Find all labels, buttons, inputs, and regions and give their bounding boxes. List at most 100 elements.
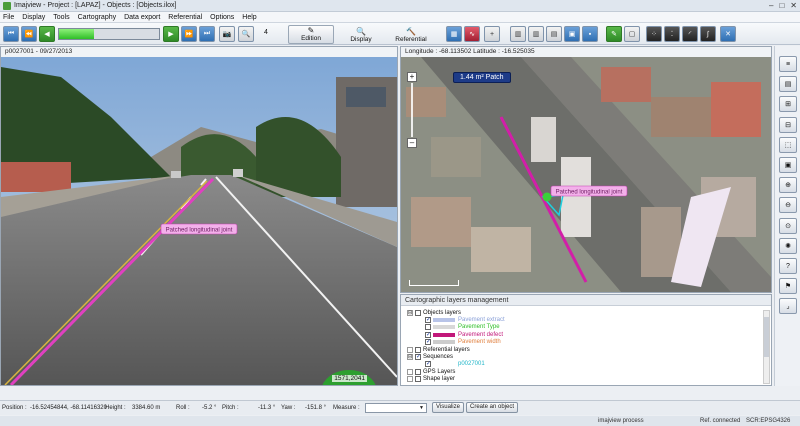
polygon-icon: ▢ — [628, 31, 636, 38]
edition-mode-button[interactable]: ✎ Edition — [288, 25, 334, 44]
step-backward-button[interactable]: ◀ — [39, 26, 55, 42]
add-button[interactable]: + — [484, 26, 500, 42]
car — [171, 171, 181, 178]
view-split-3-button[interactable]: ▤ — [546, 26, 562, 42]
draw-line-button[interactable]: ✎ — [606, 26, 622, 42]
road-split-tool-button[interactable]: ⊟ — [779, 116, 797, 133]
expand-toggle-icon[interactable] — [407, 376, 413, 383]
select-icon: ⬚ — [784, 141, 792, 149]
scroll-thumb[interactable] — [764, 317, 769, 357]
measure-select[interactable]: ▼ — [365, 403, 427, 413]
height-value: 3384.60 m — [132, 405, 161, 411]
right-toolbar: ≡ ▤ ⊞ ⊟ ⬚ ▣ ⊕ ⊖ ⊙ ✺? ⚑ ⌟ — [774, 46, 800, 386]
minimize-button[interactable]: – — [769, 1, 773, 10]
yaw-label: Yaw : — [281, 405, 296, 411]
chevron-down-icon: ▼ — [419, 405, 424, 411]
menu-display[interactable]: Display — [22, 14, 45, 21]
snapshot-button[interactable]: 📷 — [219, 26, 235, 42]
help-icon: ? — [786, 262, 790, 270]
lane-icon: ≡ — [785, 60, 791, 68]
display-mode-button[interactable]: 🔍 Display — [338, 25, 384, 44]
zoom-fit-tool-button[interactable]: ⊙ — [779, 217, 797, 234]
expand-toggle-icon[interactable]: ⊟ — [407, 309, 413, 316]
zoom-in-tool-button[interactable]: ⊕ — [779, 177, 797, 194]
street-view-pane[interactable]: p0027001 - 09/27/2013 Patched longitudin… — [0, 46, 398, 386]
select-tool-button[interactable]: ⬚ — [779, 136, 797, 153]
close-tool-button[interactable]: ✕ — [720, 26, 736, 42]
maximize-button[interactable]: □ — [779, 1, 784, 10]
visualize-button[interactable]: Visualize — [432, 402, 464, 413]
help-tool-button[interactable]: ? — [779, 258, 797, 274]
street-image[interactable]: Patched longitudinal joint — [1, 57, 397, 385]
globe-tool-button[interactable]: ✺ — [779, 237, 797, 254]
menu-data-export[interactable]: Data export — [124, 14, 160, 21]
fast-backward-button[interactable]: ⏪ — [21, 26, 37, 42]
edit-icon: ✎ — [307, 26, 315, 35]
title-bar: Imajview - Project : [LAPAZ] - Objects :… — [0, 0, 800, 12]
aerial-map[interactable]: Patched longitudinal joint — [401, 57, 771, 292]
last-frame-button[interactable]: ⏭ — [199, 26, 215, 42]
zoom-in-icon: ⊕ — [785, 182, 791, 190]
menu-referential[interactable]: Referential — [168, 14, 202, 21]
menu-options[interactable]: Options — [210, 14, 234, 21]
menu-cartography[interactable]: Cartography — [78, 14, 117, 21]
menu-file[interactable]: File — [3, 14, 14, 21]
position-marker[interactable] — [542, 192, 552, 202]
layers-scrollbar[interactable] — [763, 310, 770, 384]
close-icon: ✕ — [725, 31, 731, 38]
create-object-button[interactable]: Create an object — [466, 402, 519, 413]
draw-polygon-button[interactable]: ▢ — [624, 26, 640, 42]
save-view-button[interactable]: ▪ — [582, 26, 598, 42]
layer-checkbox[interactable]: ✓ — [415, 353, 421, 360]
corner-tool-button[interactable]: ⌟ — [779, 298, 797, 315]
roll-value: -5.2 ° — [202, 405, 217, 411]
view-split-2-button[interactable]: ▥ — [528, 26, 544, 42]
zoom-out-tool-button[interactable]: ⊖ — [779, 197, 797, 214]
pitch-label: Pitch : — [222, 405, 239, 411]
layer-swatch — [433, 317, 455, 322]
wave-tool-button[interactable]: ∿ — [464, 26, 480, 42]
app-logo-icon — [3, 1, 11, 10]
layer-label: p0027001 — [458, 361, 485, 368]
fast-forward-button[interactable]: ⏩ — [181, 26, 197, 42]
view-split-1-button[interactable]: ▥ — [510, 26, 526, 42]
road-tool-button[interactable]: ⊞ — [779, 96, 797, 113]
zoom-out-button[interactable]: – — [407, 138, 417, 148]
close-button[interactable]: ✕ — [790, 1, 797, 10]
curve-tool-button[interactable]: ∫ — [700, 26, 716, 42]
lane-tool-button[interactable]: ≡ — [779, 56, 797, 72]
dots-icon: ⁘ — [651, 31, 657, 38]
flag-tool-button[interactable]: ⚑ — [779, 278, 797, 295]
corner-icon: ⌟ — [786, 303, 790, 311]
split-view-icon: ▥ — [514, 31, 522, 38]
camera-tool-button[interactable]: ▣ — [779, 157, 797, 173]
map-zoom-control: + – — [407, 72, 417, 148]
skip-back-icon: ⏮ — [7, 30, 15, 37]
referential-label: Referential — [395, 36, 427, 43]
layer-row[interactable]: Shape layer — [407, 375, 455, 384]
sequence-progress-bar[interactable] — [58, 28, 160, 40]
wave-icon: ∿ — [469, 31, 475, 38]
segment-tool-button[interactable]: ⁚ — [664, 26, 680, 42]
layer-checkbox[interactable] — [415, 309, 421, 316]
layer-checkbox[interactable] — [415, 376, 421, 383]
zoom-in-button[interactable]: + — [407, 72, 417, 82]
expand-toggle-icon[interactable]: ⊟ — [407, 353, 413, 360]
first-frame-button[interactable]: ⏮ — [3, 26, 19, 42]
search-frame-button[interactable]: 🔍 — [238, 26, 254, 42]
zoom-slider[interactable] — [411, 83, 413, 137]
map-pane[interactable]: Longitude : -68.113502 Latitude : -16.52… — [400, 46, 772, 293]
menu-help[interactable]: Help — [242, 14, 256, 21]
photo-view-button[interactable]: ▣ — [564, 26, 580, 42]
referential-mode-button[interactable]: 🔨 Referential — [388, 25, 434, 44]
layers-tool-button[interactable]: ▤ — [779, 76, 797, 93]
point-tool-button[interactable]: ⁘ — [646, 26, 662, 42]
menu-tools[interactable]: Tools — [53, 14, 69, 21]
play-forward-button[interactable]: ▶ — [163, 26, 179, 42]
split-view-icon: ▤ — [550, 31, 558, 38]
arc-tool-button[interactable]: ◜ — [682, 26, 698, 42]
flag-icon: ⚑ — [784, 283, 792, 291]
connection-status: Ref. connected — [700, 418, 741, 424]
hammer-icon: 🔨 — [406, 27, 416, 36]
layer-tool-button[interactable]: ▦ — [446, 26, 462, 42]
